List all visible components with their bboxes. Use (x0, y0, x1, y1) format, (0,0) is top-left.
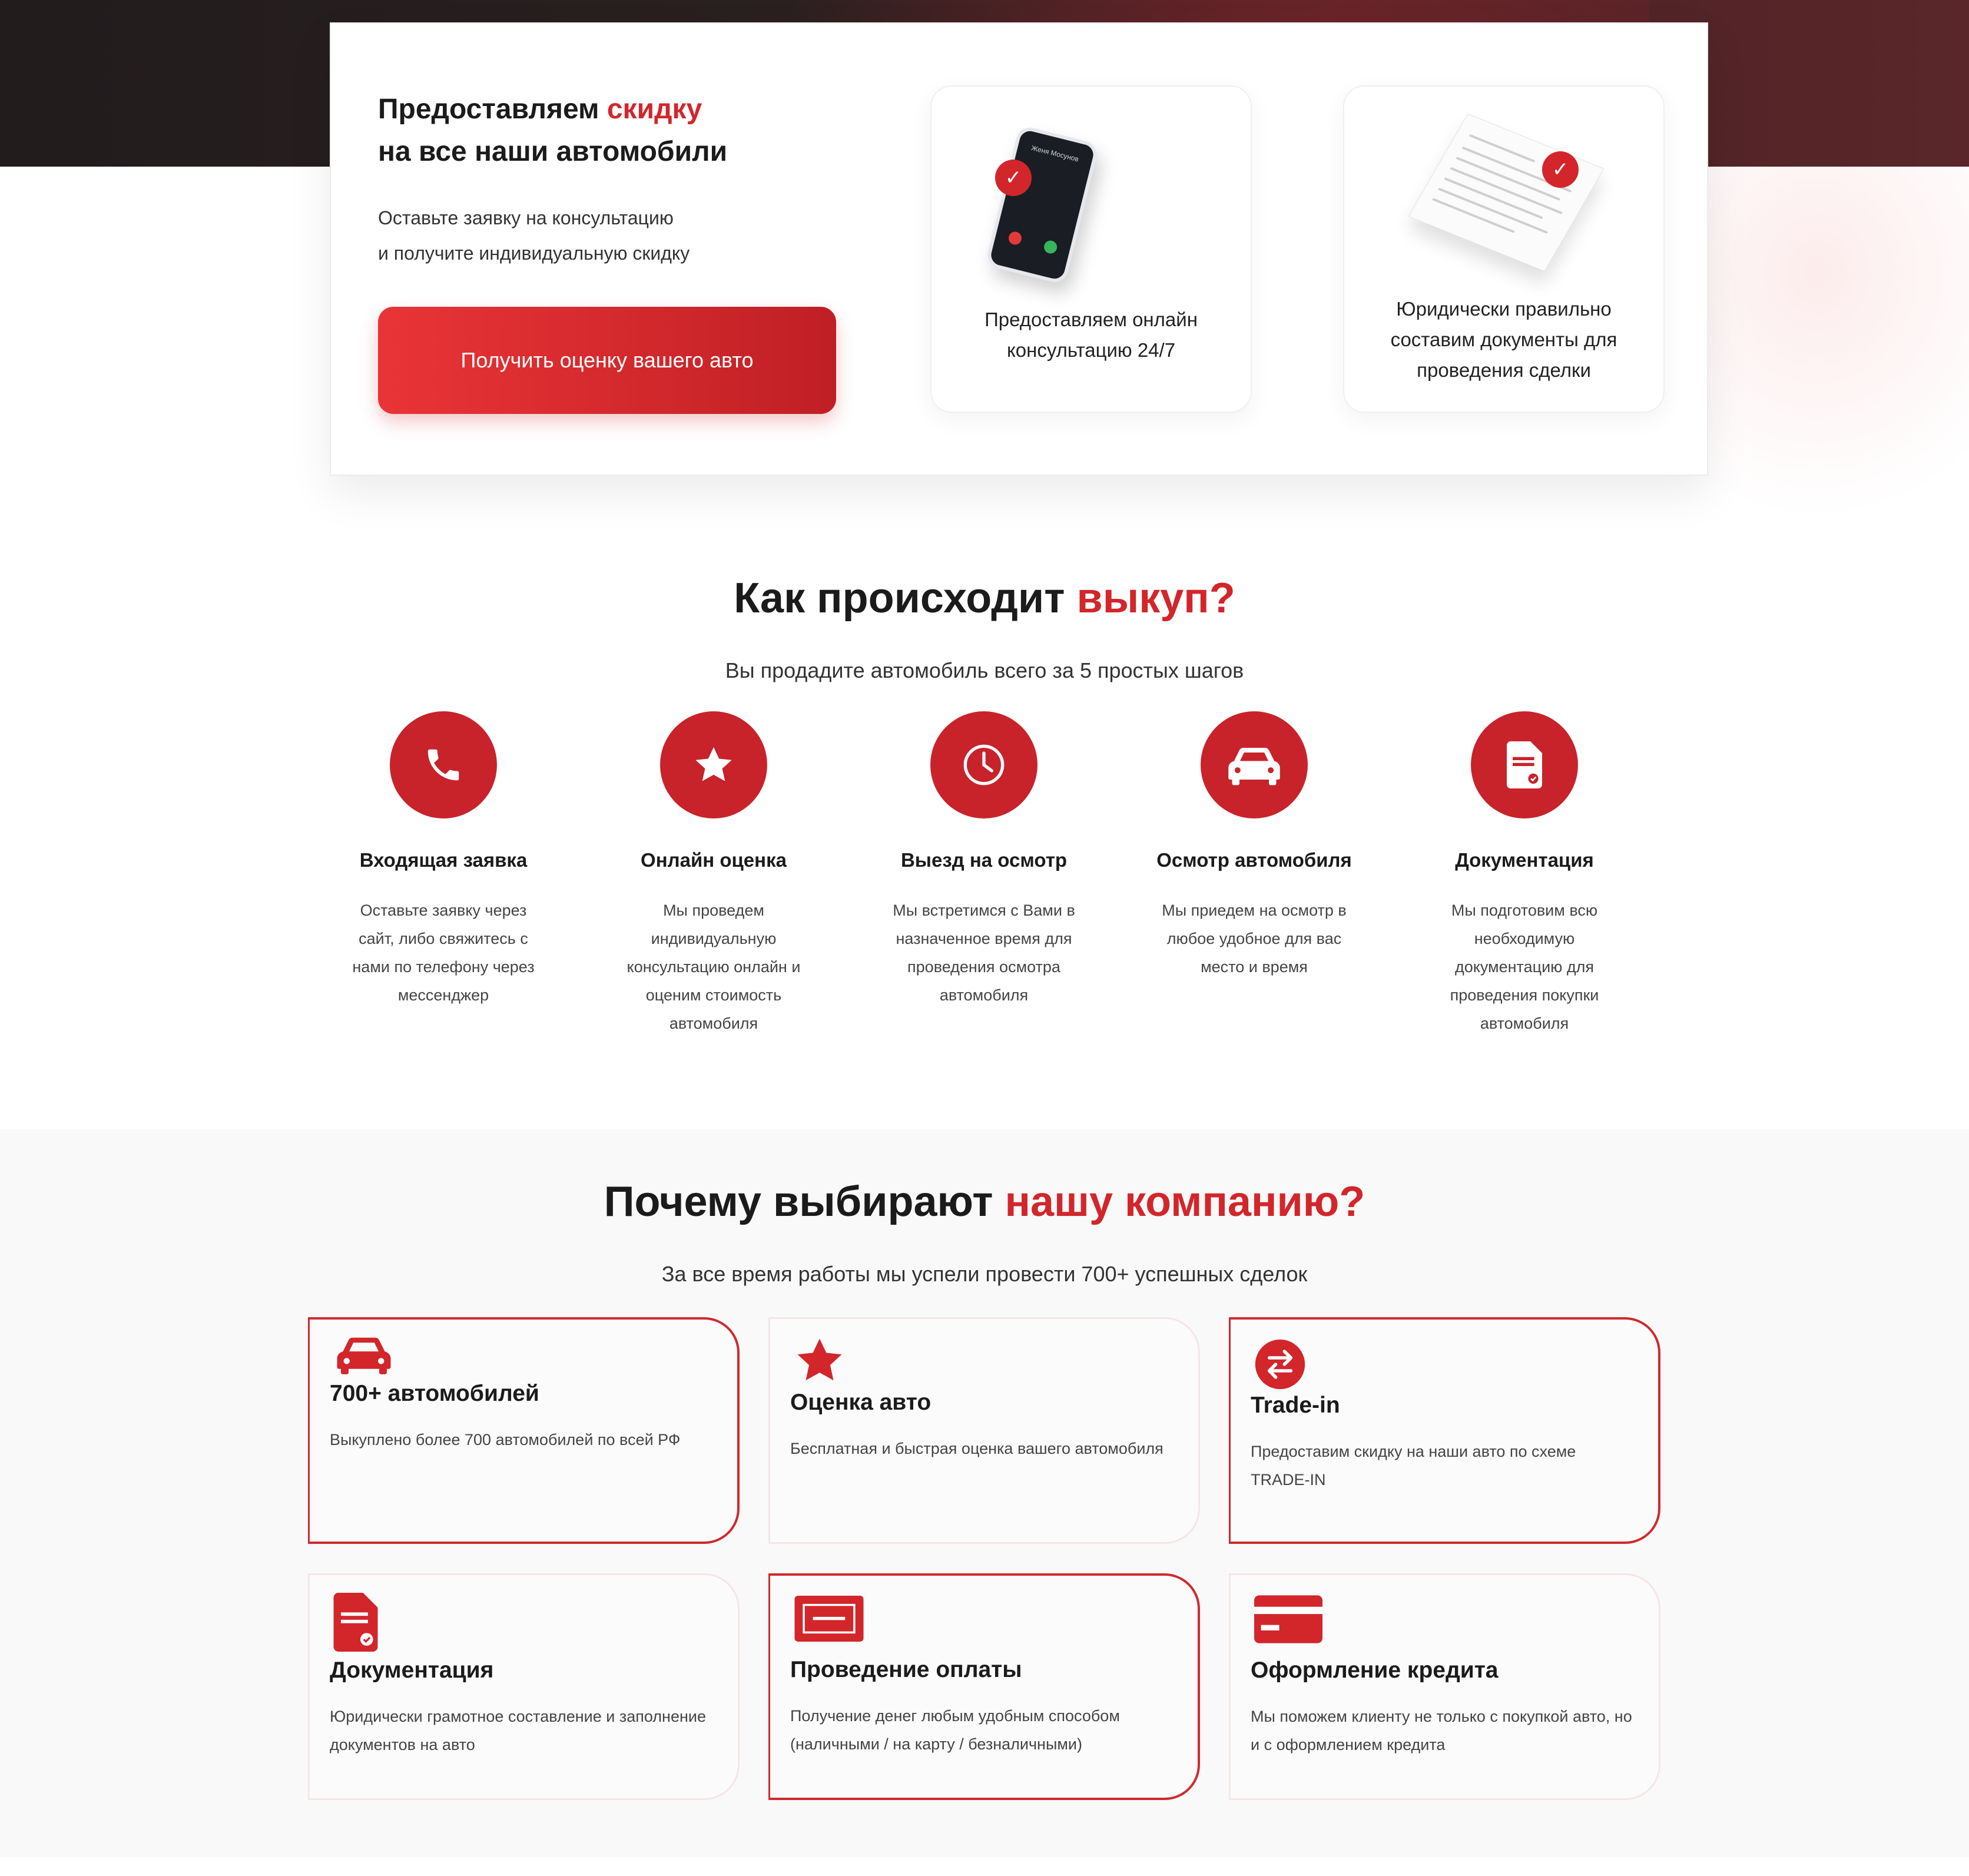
step-car-inspection: Осмотр автомобиля Мы приедем на осмотр в… (1142, 711, 1366, 981)
car-icon (333, 1336, 395, 1378)
step-incoming-request: Входящая заявка Оставьте заявку через са… (332, 711, 555, 1009)
get-estimate-button[interactable]: Получить оценку вашего авто (378, 307, 836, 414)
why-card-payment: Проведение оплаты Получение денег любым … (768, 1573, 1200, 1800)
checkmark-badge-icon: ✓ (1542, 151, 1579, 188)
discount-card: Предоставляем скидку на все наши автомоб… (330, 22, 1708, 476)
why-card-estimate: Оценка авто Бесплатная и быстрая оценка … (768, 1317, 1200, 1544)
accept-call-icon (1042, 239, 1059, 255)
checkmark-badge-icon: ✓ (995, 160, 1032, 196)
document-icon (1471, 711, 1578, 818)
clock-icon (930, 711, 1037, 818)
star-icon (660, 711, 767, 818)
feature-legal-documents: ✓ Юридически правильно составим документ… (1343, 85, 1665, 413)
card-notch (821, 25, 863, 46)
why-title: Почему выбирают нашу компанию? (604, 1178, 1365, 1225)
phone-illustration: Женя Мосунов (984, 124, 1100, 286)
why-card-cars: 700+ автомобилей Выкуплено более 700 авт… (308, 1317, 740, 1544)
star-icon (794, 1335, 846, 1390)
why-card-credit: Оформление кредита Мы поможем клиенту не… (1229, 1573, 1660, 1800)
car-icon (1201, 711, 1308, 818)
feature-online-consult: Женя Мосунов ✓ Предоставляем онлайн конс… (930, 85, 1252, 413)
page-bottom (0, 1857, 1969, 1876)
document-illustration (1408, 113, 1605, 272)
why-card-documents: Документация Юридически грамотное состав… (308, 1573, 740, 1800)
why-subtitle: За все время работы мы успели провести 7… (661, 1262, 1308, 1286)
banknote-icon (794, 1596, 864, 1645)
decline-call-icon (1007, 230, 1023, 246)
credit-card-icon (1254, 1595, 1322, 1646)
why-card-trade-in: Trade-in Предоставим скидку на наши авто… (1229, 1317, 1660, 1544)
step-online-estimate: Онлайн оценка Мы проведем индивидуальную… (602, 711, 826, 1038)
phone-icon (390, 711, 497, 818)
how-subtitle: Вы продадите автомобиль всего за 5 прост… (725, 658, 1244, 682)
discount-title: Предоставляем скидку на все наши автомоб… (378, 94, 728, 167)
discount-subtitle: Оставьте заявку на консультацию и получи… (378, 207, 690, 264)
document-icon (333, 1593, 378, 1655)
step-documentation: Документация Мы подготовим всю необходим… (1413, 711, 1636, 1038)
step-inspection-visit: Выезд на осмотр Мы встретимся с Вами в н… (872, 711, 1096, 1009)
how-title: Как происходит выкуп? (734, 575, 1235, 622)
exchange-icon (1254, 1338, 1306, 1393)
